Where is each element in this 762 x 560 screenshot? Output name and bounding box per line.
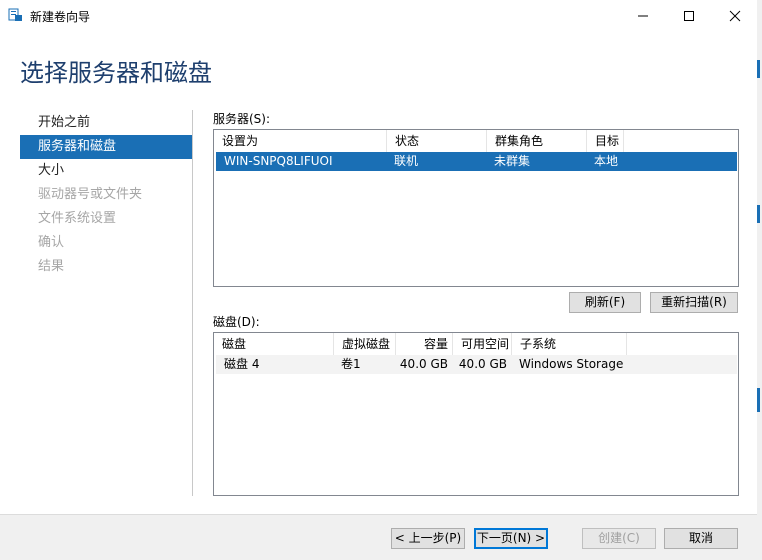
nav-item-server-and-disk[interactable]: 服务器和磁盘 [20,135,192,159]
server-cluster-role: 未群集 [494,154,531,168]
disk-subsystem: Windows Storage [519,357,624,371]
column-header-free-space[interactable]: 可用空间 [453,333,512,355]
column-header-subsystem[interactable]: 子系统 [512,333,627,355]
disks-header: 磁盘 虚拟磁盘 容量 可用空间 子系统 [214,333,738,355]
refresh-button[interactable]: 刷新(F) [569,292,641,313]
column-header-destination[interactable]: 目标 [587,130,624,152]
cancel-button[interactable]: 取消 [664,528,738,549]
nav-item-before-you-begin[interactable]: 开始之前 [20,111,192,135]
server-row[interactable]: WIN-SNPQ8LIFUOI 联机 未群集 本地 [216,152,737,171]
server-destination: 本地 [594,154,619,168]
disk-free-space: 40.0 GB [458,357,507,371]
servers-list[interactable]: 设置为 状态 群集角色 目标 WIN-SNPQ8LIFUOI 联机 未群集 本地 [213,129,739,287]
maximize-icon [684,11,694,21]
nav-item-confirmation: 确认 [38,235,65,250]
background-edge [757,0,762,559]
previous-button[interactable]: < 上一步(P) [391,528,465,549]
servers-label: 服务器(S): [213,112,271,126]
disk-virtual-disk: 卷1 [341,357,361,371]
background-accent [757,388,760,412]
background-accent [757,60,760,78]
disk-row[interactable]: 磁盘 4 卷1 40.0 GB 40.0 GB Windows Storage [216,355,737,374]
wizard-window: 新建卷向导 选择服务器和磁盘 开始之前 服务器和磁盘 大小 驱动器号或文件夹 文… [0,0,758,560]
background-accent [757,205,760,223]
column-header-cluster-role[interactable]: 群集角色 [487,130,587,152]
wizard-footer: < 上一步(P) 下一页(N) > 创建(C) 取消 [0,514,757,560]
disks-label: 磁盘(D): [213,315,260,329]
nav-item-drive-letter: 驱动器号或文件夹 [38,187,143,202]
close-icon [729,10,741,22]
nav-item-size[interactable]: 大小 [20,159,192,183]
nav-item-results: 结果 [38,259,65,274]
maximize-button[interactable] [666,0,712,31]
server-name: WIN-SNPQ8LIFUOI [224,154,333,168]
server-status: 联机 [394,154,419,168]
close-button[interactable] [712,0,758,31]
next-button[interactable]: 下一页(N) > [474,528,548,549]
page-title: 选择服务器和磁盘 [20,59,212,87]
disks-list[interactable]: 磁盘 虚拟磁盘 容量 可用空间 子系统 磁盘 4 卷1 40.0 GB 40.0… [213,332,739,496]
servers-header: 设置为 状态 群集角色 目标 [214,130,738,152]
nav-divider [192,110,193,496]
column-header-disk[interactable]: 磁盘 [214,333,334,355]
rescan-button[interactable]: 重新扫描(R) [650,292,738,313]
title-bar[interactable]: 新建卷向导 [0,0,757,31]
minimize-button[interactable] [620,0,666,31]
minimize-icon [638,15,648,17]
disk-capacity: 40.0 GB [399,357,448,371]
column-header-capacity[interactable]: 容量 [396,333,453,355]
column-header-status[interactable]: 状态 [387,130,487,152]
create-button: 创建(C) [582,528,656,549]
wizard-nav: 开始之前 服务器和磁盘 大小 驱动器号或文件夹 文件系统设置 确认 结果 [20,111,192,279]
disk-name: 磁盘 4 [224,357,260,371]
column-header-virtual-disk[interactable]: 虚拟磁盘 [334,333,396,355]
window-title: 新建卷向导 [30,10,91,24]
server-manager-app-icon [8,7,23,22]
nav-item-file-system: 文件系统设置 [38,211,117,226]
column-header-provision-to[interactable]: 设置为 [214,130,387,152]
